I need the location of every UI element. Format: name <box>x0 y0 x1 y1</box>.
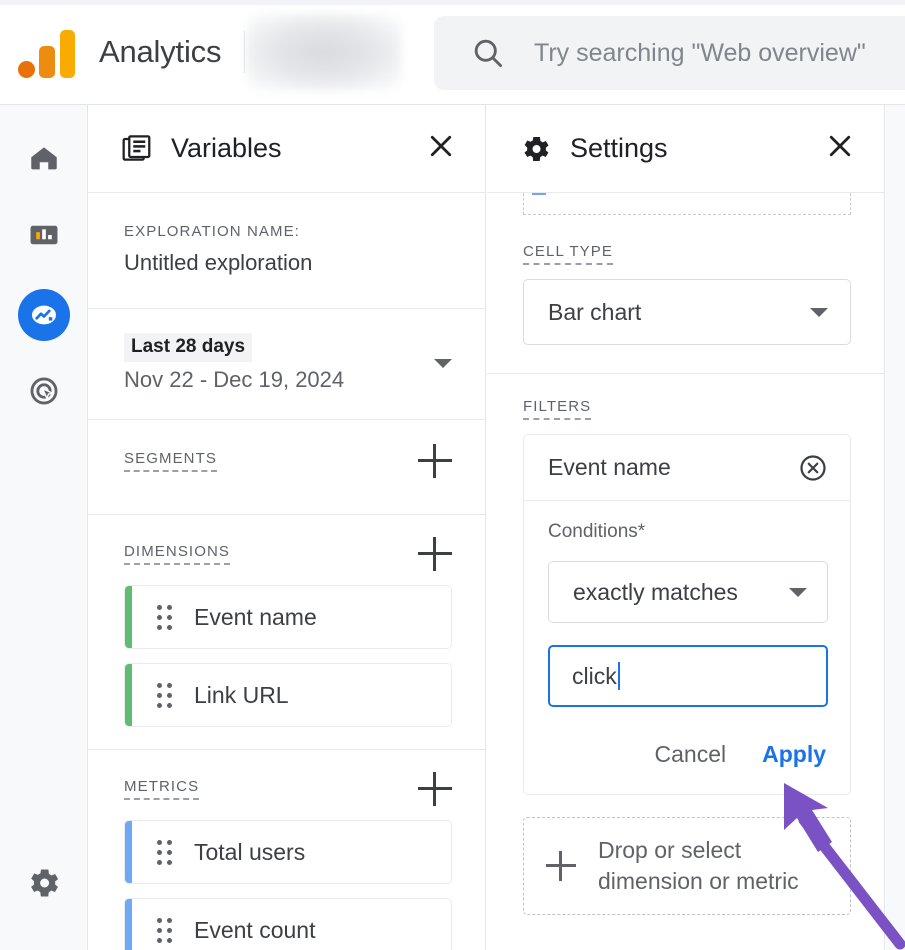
sidebar-item-explore[interactable] <box>0 285 88 345</box>
google-analytics-logo-icon <box>18 26 75 78</box>
drag-handle-icon[interactable] <box>157 604 172 630</box>
apply-button[interactable]: Apply <box>760 737 828 772</box>
list-item[interactable]: Event name <box>124 585 452 649</box>
filter-actions: Cancel Apply <box>548 737 828 772</box>
date-range-chip: Last 28 days <box>124 333 253 362</box>
drag-handle-icon[interactable] <box>157 839 172 865</box>
close-icon <box>825 131 855 166</box>
settings-close-button[interactable] <box>820 129 860 169</box>
variables-icon <box>121 133 153 165</box>
filter-card-body: Conditions* exactly matches click Cancel… <box>524 501 850 794</box>
advertising-target-icon <box>27 374 61 413</box>
dimension-label: Link URL <box>194 681 289 708</box>
conditions-label: Conditions* <box>548 521 646 542</box>
settings-panel-header: Settings <box>487 105 884 193</box>
metric-label: Event count <box>194 916 316 943</box>
filter-value-input[interactable]: click <box>548 645 828 707</box>
filter-card-header[interactable]: Event name <box>524 435 850 501</box>
variables-close-button[interactable] <box>421 129 461 169</box>
reports-bar-chart-icon <box>27 218 61 257</box>
left-nav-rail <box>0 105 88 950</box>
right-gutter <box>886 105 905 950</box>
dimension-accent <box>125 586 132 648</box>
chevron-down-icon <box>789 587 807 597</box>
metric-accent <box>125 899 132 950</box>
dimensions-label: DIMENSIONS <box>124 543 231 565</box>
add-metric-button[interactable] <box>418 772 452 806</box>
chevron-down-icon <box>810 307 828 317</box>
settings-body: CELL TYPE Bar chart FILTERS Event name C… <box>487 193 884 915</box>
filter-dimension-name: Event name <box>548 454 671 480</box>
account-selector[interactable] <box>246 14 402 90</box>
drag-handle-icon[interactable] <box>157 917 172 943</box>
variables-panel: Variables EXPLORATION NAME: Untitled exp… <box>88 105 486 950</box>
sidebar-item-admin[interactable] <box>0 855 88 915</box>
sidebar-item-home[interactable] <box>0 130 88 190</box>
filter-card: Event name Conditions* exactly matches c… <box>523 434 851 795</box>
metric-label: Total users <box>194 838 306 865</box>
chevron-down-icon <box>434 358 452 368</box>
brand-name: Analytics <box>99 34 222 69</box>
metrics-section: METRICS Total users Event count <box>88 750 485 950</box>
add-segment-button[interactable] <box>418 444 452 478</box>
dimension-label: Event name <box>194 603 317 630</box>
gear-icon <box>520 133 552 165</box>
explore-icon <box>18 289 70 341</box>
match-type-select[interactable]: exactly matches <box>548 561 828 623</box>
cancel-button[interactable]: Cancel <box>653 737 729 772</box>
page-title: Variables <box>171 133 282 163</box>
exploration-name-section: EXPLORATION NAME: Untitled exploration <box>88 193 485 309</box>
match-type-value: exactly matches <box>573 578 738 605</box>
filters-label: FILTERS <box>523 398 592 420</box>
exploration-name-value[interactable]: Untitled exploration <box>124 250 452 276</box>
dimensions-section: DIMENSIONS Event name Link URL <box>88 515 485 750</box>
plus-icon <box>546 851 576 881</box>
cell-type-label: CELL TYPE <box>523 243 613 265</box>
metric-accent <box>125 821 132 883</box>
settings-title: Settings <box>570 133 668 163</box>
date-range-value: Nov 22 - Dec 19, 2024 <box>124 367 345 392</box>
search-icon <box>470 35 506 71</box>
search-bar[interactable]: Try searching "Web overview" <box>434 16 905 90</box>
gear-icon <box>26 865 62 906</box>
list-item[interactable]: Link URL <box>124 663 452 727</box>
sidebar-item-reports[interactable] <box>0 207 88 267</box>
filter-value-text: click <box>572 662 617 689</box>
home-icon <box>27 141 61 180</box>
text-cursor <box>617 662 620 690</box>
cell-type-select[interactable]: Bar chart <box>523 279 851 345</box>
close-icon <box>426 131 456 166</box>
remove-circle-icon[interactable] <box>798 453 828 483</box>
cell-type-value: Bar chart <box>548 298 642 325</box>
clipped-dropzone-above[interactable] <box>487 193 884 215</box>
settings-panel: Settings CELL TYPE Bar chart FILTERS Eve… <box>487 105 885 950</box>
segments-section: SEGMENTS <box>88 420 485 515</box>
exploration-name-label: EXPLORATION NAME: <box>124 223 300 240</box>
top-strip <box>0 0 905 5</box>
dropzone-label: Drop or select dimension or metric <box>598 835 799 897</box>
topbar-divider <box>244 31 246 73</box>
drop-select-dimension-metric-zone[interactable]: Drop or select dimension or metric <box>523 817 851 915</box>
analytics-explore-screen: Analytics Try searching "Web overview" V… <box>0 0 905 950</box>
dropzone-line2: dimension or metric <box>598 868 799 894</box>
list-item[interactable]: Total users <box>124 820 452 884</box>
list-item[interactable]: Event count <box>124 898 452 950</box>
cell-type-section: CELL TYPE Bar chart <box>487 215 884 374</box>
metrics-label: METRICS <box>124 778 200 800</box>
dimension-accent <box>125 664 132 726</box>
drag-handle-icon[interactable] <box>157 682 172 708</box>
clipped-metric-chip <box>532 193 546 195</box>
sidebar-item-advertising[interactable] <box>0 363 88 423</box>
filters-section: FILTERS Event name Conditions* exactly m… <box>487 374 884 795</box>
date-range-selector[interactable]: Last 28 days Nov 22 - Dec 19, 2024 <box>88 309 485 420</box>
variables-panel-header: Variables <box>88 105 485 193</box>
add-dimension-button[interactable] <box>418 537 452 571</box>
dropzone-line1: Drop or select <box>598 836 742 863</box>
search-input[interactable]: Try searching "Web overview" <box>534 39 866 68</box>
segments-label: SEGMENTS <box>124 450 217 472</box>
top-bar: Analytics Try searching "Web overview" <box>0 0 905 105</box>
